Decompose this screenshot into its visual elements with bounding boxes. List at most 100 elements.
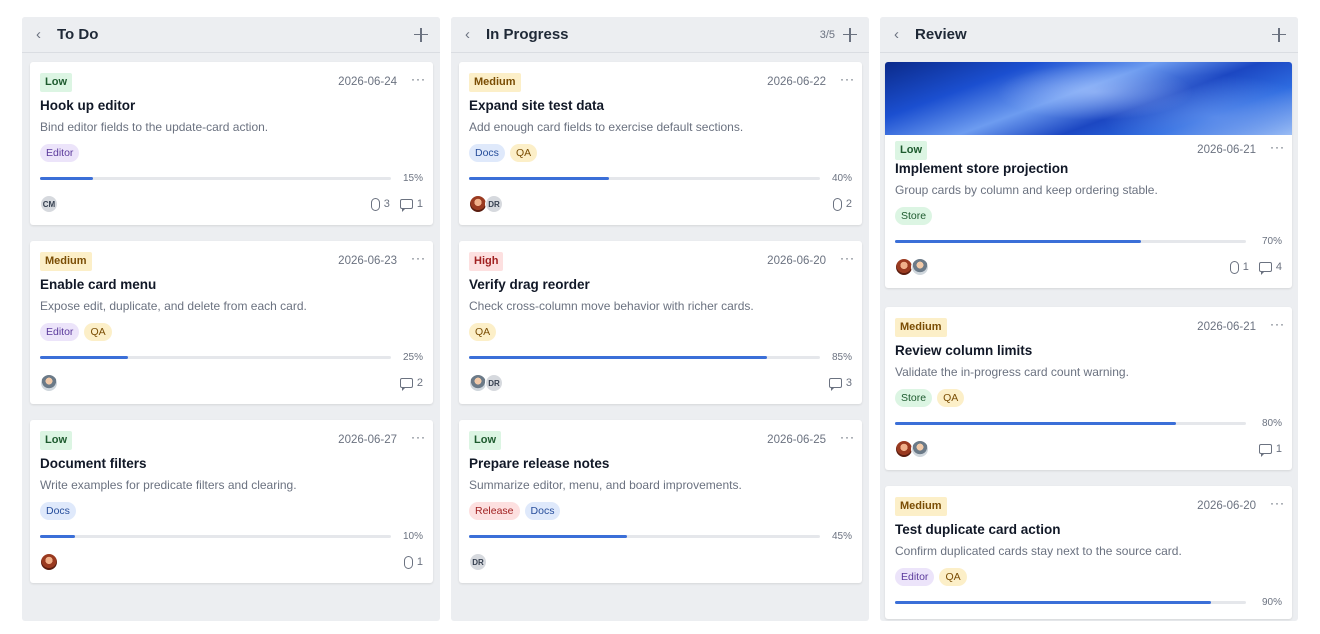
task-card[interactable]: Medium 2026-06-22 ··· Expand site test data… <box>459 62 862 225</box>
add-card-plus-icon[interactable] <box>414 27 428 42</box>
card-body: Medium 2026-06-22 ··· Expand site test data… <box>459 62 862 225</box>
task-card[interactable]: Low 2026-06-24 ··· Hook up editor Bind edito… <box>30 62 433 225</box>
tag-store[interactable]: Store <box>895 389 933 407</box>
card-description: Group cards by column and keep ordering … <box>895 183 1158 197</box>
comments-count: 4 <box>1258 261 1282 275</box>
tag-qa[interactable]: QA <box>84 323 112 341</box>
collapse-chevron-icon[interactable]: ‹ <box>36 27 50 42</box>
progress-percent: 70% <box>1261 235 1282 247</box>
tag-qa[interactable]: QA <box>469 323 497 341</box>
progress-bar <box>40 534 391 538</box>
comment-icon <box>828 378 842 391</box>
progress-fill <box>895 600 1211 604</box>
card-body: High 2026-06-20 ··· Verify drag reorder Chec… <box>459 241 862 404</box>
avatar[interactable]: DR <box>469 553 487 571</box>
progress-bar <box>469 176 820 180</box>
task-card[interactable]: Medium 2026-06-20 ··· Test duplicate card a… <box>885 486 1292 619</box>
task-card[interactable]: Low 2026-06-25 ··· Prepare release notes Sum… <box>459 420 862 583</box>
tag-store[interactable]: Store <box>895 207 933 225</box>
add-card-plus-icon[interactable] <box>843 27 857 42</box>
card-description: Confirm duplicated cards stay next to th… <box>895 544 1182 558</box>
paperclip-icon <box>1229 260 1239 274</box>
progress-fill <box>40 176 93 180</box>
card-footer: 1 <box>40 551 423 573</box>
more-options-icon[interactable]: ··· <box>411 431 425 443</box>
more-options-icon[interactable]: ··· <box>411 73 425 85</box>
tag-release[interactable]: Release <box>469 502 520 520</box>
card-description: Expose edit, duplicate, and delete from … <box>40 299 307 313</box>
assignee-avatars <box>895 258 929 276</box>
card-description: Check cross-column move behavior with ri… <box>469 299 754 313</box>
card-top-row: Low 2026-06-27 ··· <box>40 420 425 460</box>
collapse-chevron-icon[interactable]: ‹ <box>465 27 479 42</box>
more-options-icon[interactable]: ··· <box>1270 497 1284 509</box>
progress-row: 25% <box>40 350 423 364</box>
assignee-avatars <box>895 440 929 458</box>
card-description: Validate the in-progress card count warn… <box>895 365 1129 379</box>
card-title: Verify drag reorder <box>469 277 590 292</box>
due-date: 2026-06-21 <box>1197 144 1256 156</box>
column-card-count: 3/5 <box>819 28 835 41</box>
card-title: Review column limits <box>895 343 1033 358</box>
task-card[interactable]: Medium 2026-06-21 ··· Review column limits V… <box>885 307 1292 470</box>
card-meta: 3 <box>828 377 852 391</box>
task-card[interactable]: Medium 2026-06-23 ··· Enable card menu Expos… <box>30 241 433 404</box>
avatar[interactable] <box>40 553 58 571</box>
collapse-chevron-icon[interactable]: ‹ <box>894 27 908 42</box>
more-options-icon[interactable]: ··· <box>411 252 425 264</box>
progress-fill <box>469 355 768 359</box>
comment-icon <box>399 378 413 391</box>
tag-list: Docs <box>40 502 423 520</box>
tag-docs[interactable]: Docs <box>524 502 561 520</box>
tag-docs[interactable]: Docs <box>40 502 76 520</box>
comment-icon <box>399 199 413 212</box>
avatar[interactable] <box>40 374 58 392</box>
card-title: Test duplicate card action <box>895 522 1061 537</box>
tag-qa[interactable]: QA <box>939 568 967 586</box>
tag-editor[interactable]: Editor <box>40 144 80 162</box>
card-top-row: Low 2026-06-24 ··· <box>40 62 425 102</box>
task-card[interactable]: Low 2026-06-21 ··· Implement store projecti… <box>885 62 1292 288</box>
paperclip-icon <box>832 197 842 211</box>
add-card-plus-icon[interactable] <box>1272 27 1286 42</box>
tag-qa[interactable]: QA <box>937 389 965 407</box>
task-card[interactable]: High 2026-06-20 ··· Verify drag reorder Chec… <box>459 241 862 404</box>
tag-docs[interactable]: Docs <box>469 144 505 162</box>
card-top-row: Medium 2026-06-22 ··· <box>469 62 854 102</box>
card-body: Low 2026-06-24 ··· Hook up editor Bind edito… <box>30 62 433 225</box>
tag-editor[interactable]: Editor <box>40 323 80 341</box>
due-date: 2026-06-24 <box>338 76 397 88</box>
card-meta: 2 <box>399 377 423 391</box>
more-options-icon[interactable]: ··· <box>840 252 854 264</box>
card-description: Write examples for predicate filters and… <box>40 478 297 492</box>
more-options-icon[interactable]: ··· <box>1270 141 1284 153</box>
comments-value: 3 <box>845 377 852 389</box>
tag-qa[interactable]: QA <box>509 144 538 162</box>
comment-icon <box>1258 444 1272 457</box>
column-to-do: ‹ To Do Low 2026-06-24 ··· Hook up editor Bind… <box>22 17 440 621</box>
more-options-icon[interactable]: ··· <box>840 431 854 443</box>
assignee-avatars <box>40 374 58 392</box>
avatar[interactable] <box>911 258 929 276</box>
avatar[interactable]: DR <box>485 374 503 392</box>
avatar[interactable] <box>911 440 929 458</box>
avatar[interactable]: DR <box>485 195 503 213</box>
column-title: To Do <box>57 26 99 43</box>
priority-badge: High <box>469 251 504 271</box>
task-card[interactable]: Low 2026-06-27 ··· Document filters Write ex… <box>30 420 433 583</box>
card-bottom-spacer <box>895 278 1282 288</box>
card-description: Add enough card fields to exercise defau… <box>469 120 744 134</box>
card-top-row: Medium 2026-06-23 ··· <box>40 241 425 281</box>
progress-percent: 40% <box>831 172 852 184</box>
comments-value: 4 <box>1275 261 1282 273</box>
more-options-icon[interactable]: ··· <box>840 73 854 85</box>
tag-editor[interactable]: Editor <box>895 568 935 586</box>
due-date: 2026-06-20 <box>1197 500 1256 512</box>
progress-percent: 25% <box>402 351 423 363</box>
card-top-row: Medium 2026-06-20 ··· <box>895 486 1284 526</box>
more-options-icon[interactable]: ··· <box>1270 318 1284 330</box>
card-bottom-spacer <box>469 215 852 225</box>
avatar[interactable]: CM <box>40 195 58 213</box>
comments-count: 3 <box>828 377 852 391</box>
progress-row: 10% <box>40 529 423 543</box>
